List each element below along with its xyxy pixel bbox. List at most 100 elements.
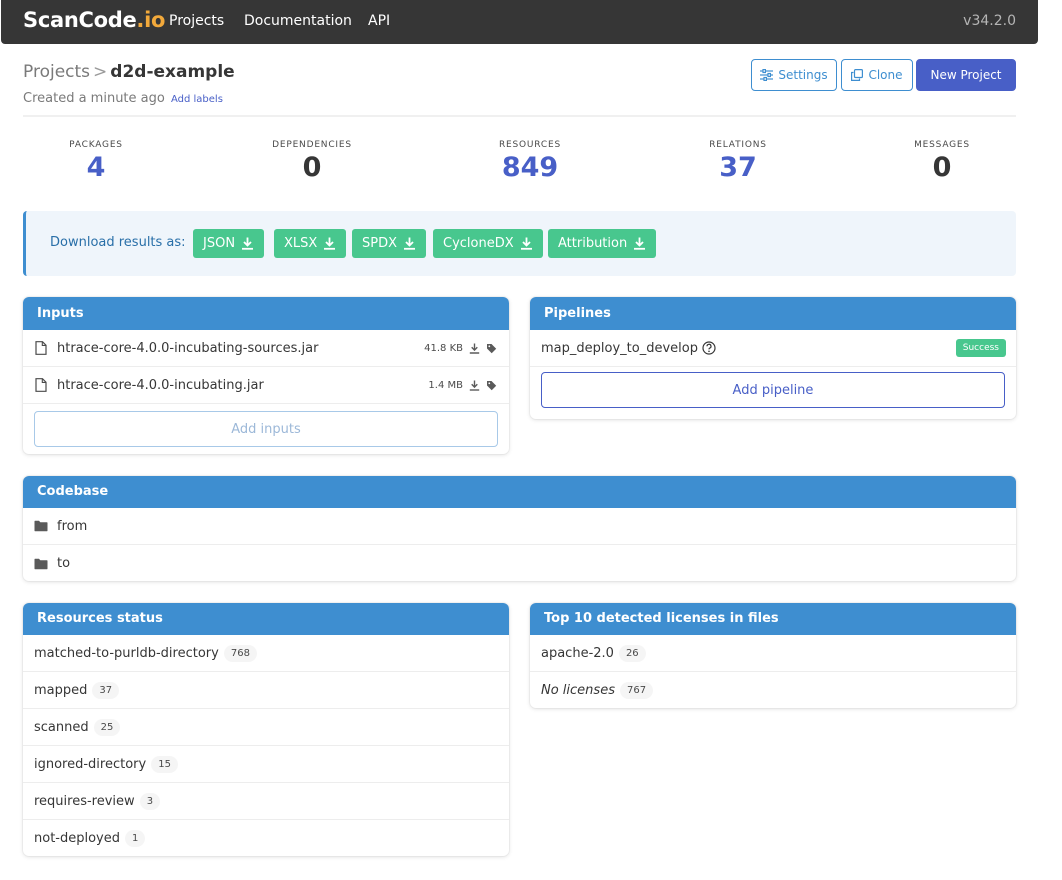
download-format-label: Attribution (558, 236, 628, 251)
input-file-row: htrace-core-4.0.0-incubating.jar 1.4 MB (23, 367, 509, 404)
download-icon (242, 237, 254, 250)
licenses-panel-title: Top 10 detected licenses in files (530, 603, 1016, 635)
input-file-meta: 1.4 MB (428, 380, 497, 391)
stat-value[interactable]: 4 (46, 153, 146, 183)
breadcrumb: Projects > d2d-example (23, 62, 235, 82)
codebase-panel: Codebase from to (23, 476, 1016, 581)
download-xlsx-button[interactable]: XLSX (274, 229, 347, 258)
folder-icon (34, 520, 48, 532)
status-label[interactable]: not-deployed (34, 831, 120, 846)
help-circle-icon[interactable] (702, 341, 716, 355)
license-row[interactable]: apache-2.0 26 (530, 635, 1016, 672)
download-json-button[interactable]: JSON (193, 229, 265, 258)
status-row[interactable]: scanned 25 (23, 709, 509, 746)
settings-label: Settings (778, 68, 828, 82)
download-icon (634, 237, 646, 250)
input-file-name: htrace-core-4.0.0-incubating.jar (57, 377, 264, 393)
project-name: d2d-example (110, 62, 235, 82)
status-count: 1 (125, 830, 146, 847)
nav-link-api[interactable]: API (368, 13, 390, 29)
license-label[interactable]: apache-2.0 (541, 646, 614, 661)
download-icon (324, 237, 336, 250)
input-file-meta: 41.8 KB (424, 343, 497, 354)
status-label[interactable]: scanned (34, 720, 89, 735)
stat-messages: MESSAGES 0 (892, 140, 992, 183)
download-results-bar: Download results as: JSON XLSX SPDX Cycl… (23, 211, 1016, 276)
status-count: 25 (93, 718, 121, 736)
download-icon[interactable] (469, 343, 480, 354)
status-count: 3 (139, 792, 161, 810)
stat-resources[interactable]: RESOURCES 849 (480, 140, 580, 183)
stat-value[interactable]: 37 (688, 153, 788, 183)
stat-label: PACKAGES (69, 140, 123, 150)
stat-value: 0 (932, 152, 952, 183)
stat-value: 0 (302, 152, 322, 183)
add-pipeline-container: Add pipeline (530, 367, 1016, 413)
status-row[interactable]: matched-to-purldb-directory 768 (23, 635, 509, 672)
tag-icon[interactable] (486, 343, 497, 354)
add-inputs-container: Add inputs (23, 404, 509, 454)
navbar: ScanCode.io Projects Documentation API v… (1, 0, 1038, 44)
codebase-panel-title: Codebase (23, 476, 1016, 508)
status-label[interactable]: ignored-directory (34, 757, 146, 772)
resources-status-panel: Resources status matched-to-purldb-direc… (23, 603, 509, 856)
codebase-dir-row[interactable]: to (23, 545, 1016, 581)
file-icon (35, 341, 47, 355)
add-pipeline-button[interactable]: Add pipeline (541, 372, 1005, 408)
license-label[interactable]: No licenses (541, 683, 615, 698)
status-count: 768 (223, 644, 257, 662)
status-row[interactable]: requires-review 3 (23, 783, 509, 820)
status-row[interactable]: ignored-directory 15 (23, 746, 509, 783)
settings-button[interactable]: Settings (751, 59, 837, 91)
status-label[interactable]: matched-to-purldb-directory (34, 646, 219, 661)
download-format-label: CycloneDX (443, 236, 514, 251)
status-label[interactable]: mapped (34, 683, 87, 698)
pipeline-status-badge: Success (955, 339, 1006, 357)
pipelines-panel-title: Pipelines (530, 297, 1016, 330)
clone-button[interactable]: Clone (841, 59, 913, 91)
download-format-label: JSON (203, 236, 236, 251)
stat-value[interactable]: 849 (480, 153, 580, 183)
stat-relations[interactable]: RELATIONS 37 (688, 140, 788, 183)
divider (23, 115, 1016, 117)
license-row[interactable]: No licenses 767 (530, 672, 1016, 708)
resources-status-title: Resources status (23, 603, 509, 635)
pipeline-row[interactable]: map_deploy_to_develop Success (530, 330, 1016, 367)
pipeline-name[interactable]: map_deploy_to_develop (541, 341, 698, 356)
new-project-button[interactable]: New Project (916, 59, 1016, 91)
copy-icon (851, 69, 864, 81)
stat-label: RESOURCES (498, 140, 561, 150)
download-spdx-button[interactable]: SPDX (352, 229, 427, 258)
download-icon (520, 237, 532, 250)
download-attribution-button[interactable]: Attribution (548, 229, 657, 258)
status-count: 37 (92, 681, 120, 699)
codebase-dir-name[interactable]: from (57, 519, 87, 534)
breadcrumb-projects-link[interactable]: Projects (23, 62, 90, 82)
nav-link-documentation[interactable]: Documentation (244, 13, 352, 29)
breadcrumb-separator: > (93, 62, 108, 82)
created-text: Created a minute ago (23, 91, 165, 106)
codebase-dir-name[interactable]: to (57, 556, 70, 571)
pipelines-panel: Pipelines map_deploy_to_develop Success … (530, 297, 1016, 419)
project-subtitle: Created a minute ago Add labels (23, 91, 223, 106)
status-label[interactable]: requires-review (34, 794, 135, 809)
license-count: 26 (618, 644, 646, 662)
input-file-size: 41.8 KB (424, 342, 463, 354)
download-icon[interactable] (469, 380, 480, 391)
stat-dependencies: DEPENDENCIES 0 (256, 140, 368, 183)
licenses-panel: Top 10 detected licenses in files apache… (530, 603, 1016, 708)
license-count: 767 (619, 682, 654, 699)
add-labels-link[interactable]: Add labels (171, 94, 223, 105)
status-row[interactable]: mapped 37 (23, 672, 509, 709)
tag-icon[interactable] (486, 380, 497, 391)
stat-label: DEPENDENCIES (272, 140, 352, 150)
status-row[interactable]: not-deployed 1 (23, 820, 509, 856)
version-label: v34.2.0 (963, 13, 1016, 29)
download-icon (404, 237, 416, 250)
brand-logo[interactable]: ScanCode.io (23, 8, 165, 32)
nav-link-projects[interactable]: Projects (169, 13, 224, 29)
add-inputs-button[interactable]: Add inputs (34, 411, 498, 447)
codebase-dir-row[interactable]: from (23, 508, 1016, 545)
stat-packages[interactable]: PACKAGES 4 (46, 140, 146, 183)
download-cyclonedx-button[interactable]: CycloneDX (433, 229, 543, 258)
